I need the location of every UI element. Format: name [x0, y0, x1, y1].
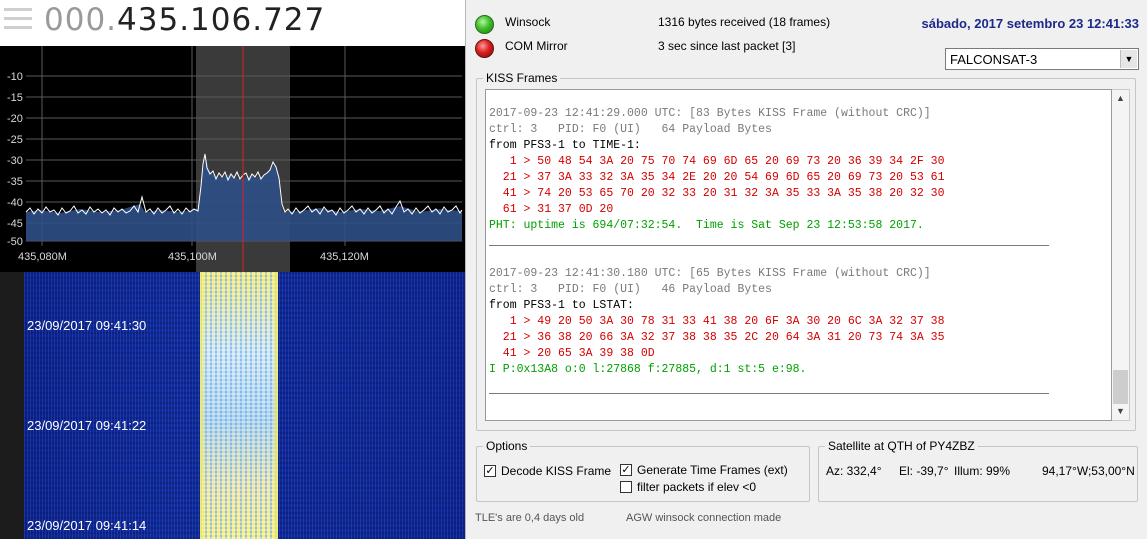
waterfall-signal-edge	[272, 272, 278, 539]
winsock-status-led	[475, 15, 494, 34]
y-tick-label: -15	[7, 92, 23, 104]
illumination-value: Illum: 99%	[954, 464, 1011, 478]
chevron-down-icon[interactable]: ▼	[1120, 50, 1137, 68]
frame-decoded: I P:0x13A8 o:0 l:27868 f:27885, d:1 st:5…	[489, 363, 807, 376]
satellite-dropdown[interactable]: FALCONSAT-3 ▼	[945, 48, 1139, 70]
satellite-qth-title: Satellite at QTH of PY4ZBZ	[825, 439, 978, 453]
frame-hex-line: 1 > 49 20 50 3A 30 78 31 33 41 38 20 6F …	[489, 315, 945, 328]
com-mirror-label: COM Mirror	[505, 39, 568, 53]
waterfall-signal	[200, 272, 278, 539]
options-title: Options	[483, 439, 531, 453]
scroll-down-icon[interactable]: ▼	[1112, 403, 1129, 420]
decode-kiss-label: Decode KISS Frame	[501, 464, 612, 478]
spectrum-plot: -10 -15 -20 -25 -30 -35 -40 -45 -50 435,…	[7, 46, 463, 272]
decoder-panel: Winsock 1316 bytes received (18 frames) …	[465, 0, 1147, 539]
winsock-info: 1316 bytes received (18 frames)	[658, 15, 831, 29]
kiss-frames-title: KISS Frames	[483, 71, 561, 85]
frame-hex-line: 41 > 20 65 3A 39 38 0D	[489, 347, 655, 360]
frame-ctrl: ctrl: 3 PID: F0 (UI) 64 Payload Bytes	[489, 123, 772, 136]
winsock-label: Winsock	[505, 15, 551, 29]
frequency-readout[interactable]: 000.435.106.727	[44, 2, 325, 38]
waterfall-timestamp: 23/09/2017 09:41:14	[27, 518, 147, 533]
y-tick-label: -25	[7, 134, 23, 146]
frame-hex-line: 61 > 31 37 0D 20	[489, 203, 614, 216]
y-tick-label: -30	[7, 155, 23, 167]
kiss-frames-group: KISS Frames 2017-09-23 12:41:29.000 UTC:…	[476, 71, 1136, 431]
generate-time-frames-checkbox[interactable]: ✓	[620, 464, 632, 476]
waterfall-display[interactable]: 23/09/2017 09:41:30 23/09/2017 09:41:22 …	[0, 272, 465, 539]
scroll-up-icon[interactable]: ▲	[1112, 90, 1129, 107]
options-group: Options ✓ Decode KISS Frame ✓ Generate T…	[476, 439, 810, 502]
satellite-qth-group: Satellite at QTH of PY4ZBZ Az: 332,4° El…	[818, 439, 1138, 502]
y-tick-label: -40	[7, 197, 23, 209]
satellite-position-value: 94,17°W;53,00°N	[1042, 464, 1135, 478]
decode-kiss-checkbox[interactable]: ✓	[484, 465, 496, 477]
filter-elev-label: filter packets if elev <0	[637, 480, 757, 494]
scrollbar-thumb[interactable]	[1113, 370, 1128, 404]
frequency-prefix: 000.	[44, 2, 118, 38]
frame-hex-line: 21 > 37 3A 33 32 3A 35 34 2E 20 20 54 69…	[489, 171, 945, 184]
y-tick-label: -50	[7, 236, 23, 248]
frame-header: 2017-09-23 12:41:29.000 UTC: [83 Bytes K…	[489, 107, 931, 120]
frequency-value: 435.106.727	[117, 2, 326, 38]
frequency-bar: 000.435.106.727	[0, 0, 465, 46]
y-tick-label: -10	[7, 71, 23, 83]
frequency-tuner-handle[interactable]	[4, 8, 32, 35]
kiss-frames-log[interactable]: 2017-09-23 12:41:29.000 UTC: [83 Bytes K…	[485, 89, 1112, 421]
filter-elev-checkbox[interactable]	[620, 481, 632, 493]
spectrum-display[interactable]: -10 -15 -20 -25 -30 -35 -40 -45 -50 435,…	[0, 46, 465, 272]
kiss-frames-scrollbar[interactable]: ▲ ▼	[1112, 89, 1130, 421]
y-tick-label: -20	[7, 113, 23, 125]
azimuth-value: Az: 332,4°	[826, 464, 882, 478]
frame-decoded: PHT: uptime is 694/07:32:54. Time is Sat…	[489, 219, 924, 232]
y-tick-label: -35	[7, 176, 23, 188]
frame-separator	[489, 245, 1049, 246]
y-tick-label: -45	[7, 218, 23, 230]
frame-hex-line: 41 > 74 20 53 65 70 20 32 33 20 31 32 3A…	[489, 187, 945, 200]
generate-time-frames-label: Generate Time Frames (ext)	[637, 463, 788, 477]
frame-route: from PFS3-1 to TIME-1:	[489, 139, 641, 152]
sdr-panel: 000.435.106.727 -10 -15 -20 -25 -30 -35 …	[0, 0, 465, 539]
x-tick-label: 435,080M	[18, 251, 67, 263]
frame-hex-line: 21 > 36 38 20 66 3A 32 37 38 38 35 2C 20…	[489, 331, 945, 344]
waterfall-timestamp: 23/09/2017 09:41:30	[27, 318, 147, 333]
elevation-value: El: -39,7°	[899, 464, 949, 478]
date-time-display: sábado, 2017 setembro 23 12:41:33	[921, 16, 1139, 31]
waterfall-signal-edge	[200, 272, 206, 539]
x-tick-label: 435,120M	[320, 251, 369, 263]
com-mirror-info: 3 sec since last packet [3]	[658, 39, 796, 53]
tle-age-status: TLE's are 0,4 days old	[475, 512, 585, 524]
waterfall-margin	[0, 272, 24, 539]
agw-connection-status: AGW winsock connection made	[626, 512, 782, 524]
frame-hex-line: 1 > 50 48 54 3A 20 75 70 74 69 6D 65 20 …	[489, 155, 945, 168]
com-mirror-status-led	[475, 39, 494, 58]
waterfall-timestamp: 23/09/2017 09:41:22	[27, 418, 147, 433]
frame-header: 2017-09-23 12:41:30.180 UTC: [65 Bytes K…	[489, 267, 931, 280]
frame-route: from PFS3-1 to LSTAT:	[489, 299, 634, 312]
y-axis-labels: -10 -15 -20 -25 -30 -35 -40 -45 -50	[7, 71, 23, 248]
frame-separator	[489, 393, 1049, 394]
satellite-dropdown-value: FALCONSAT-3	[950, 52, 1038, 67]
x-tick-label: 435,100M	[168, 251, 217, 263]
frame-ctrl: ctrl: 3 PID: F0 (UI) 46 Payload Bytes	[489, 283, 772, 296]
